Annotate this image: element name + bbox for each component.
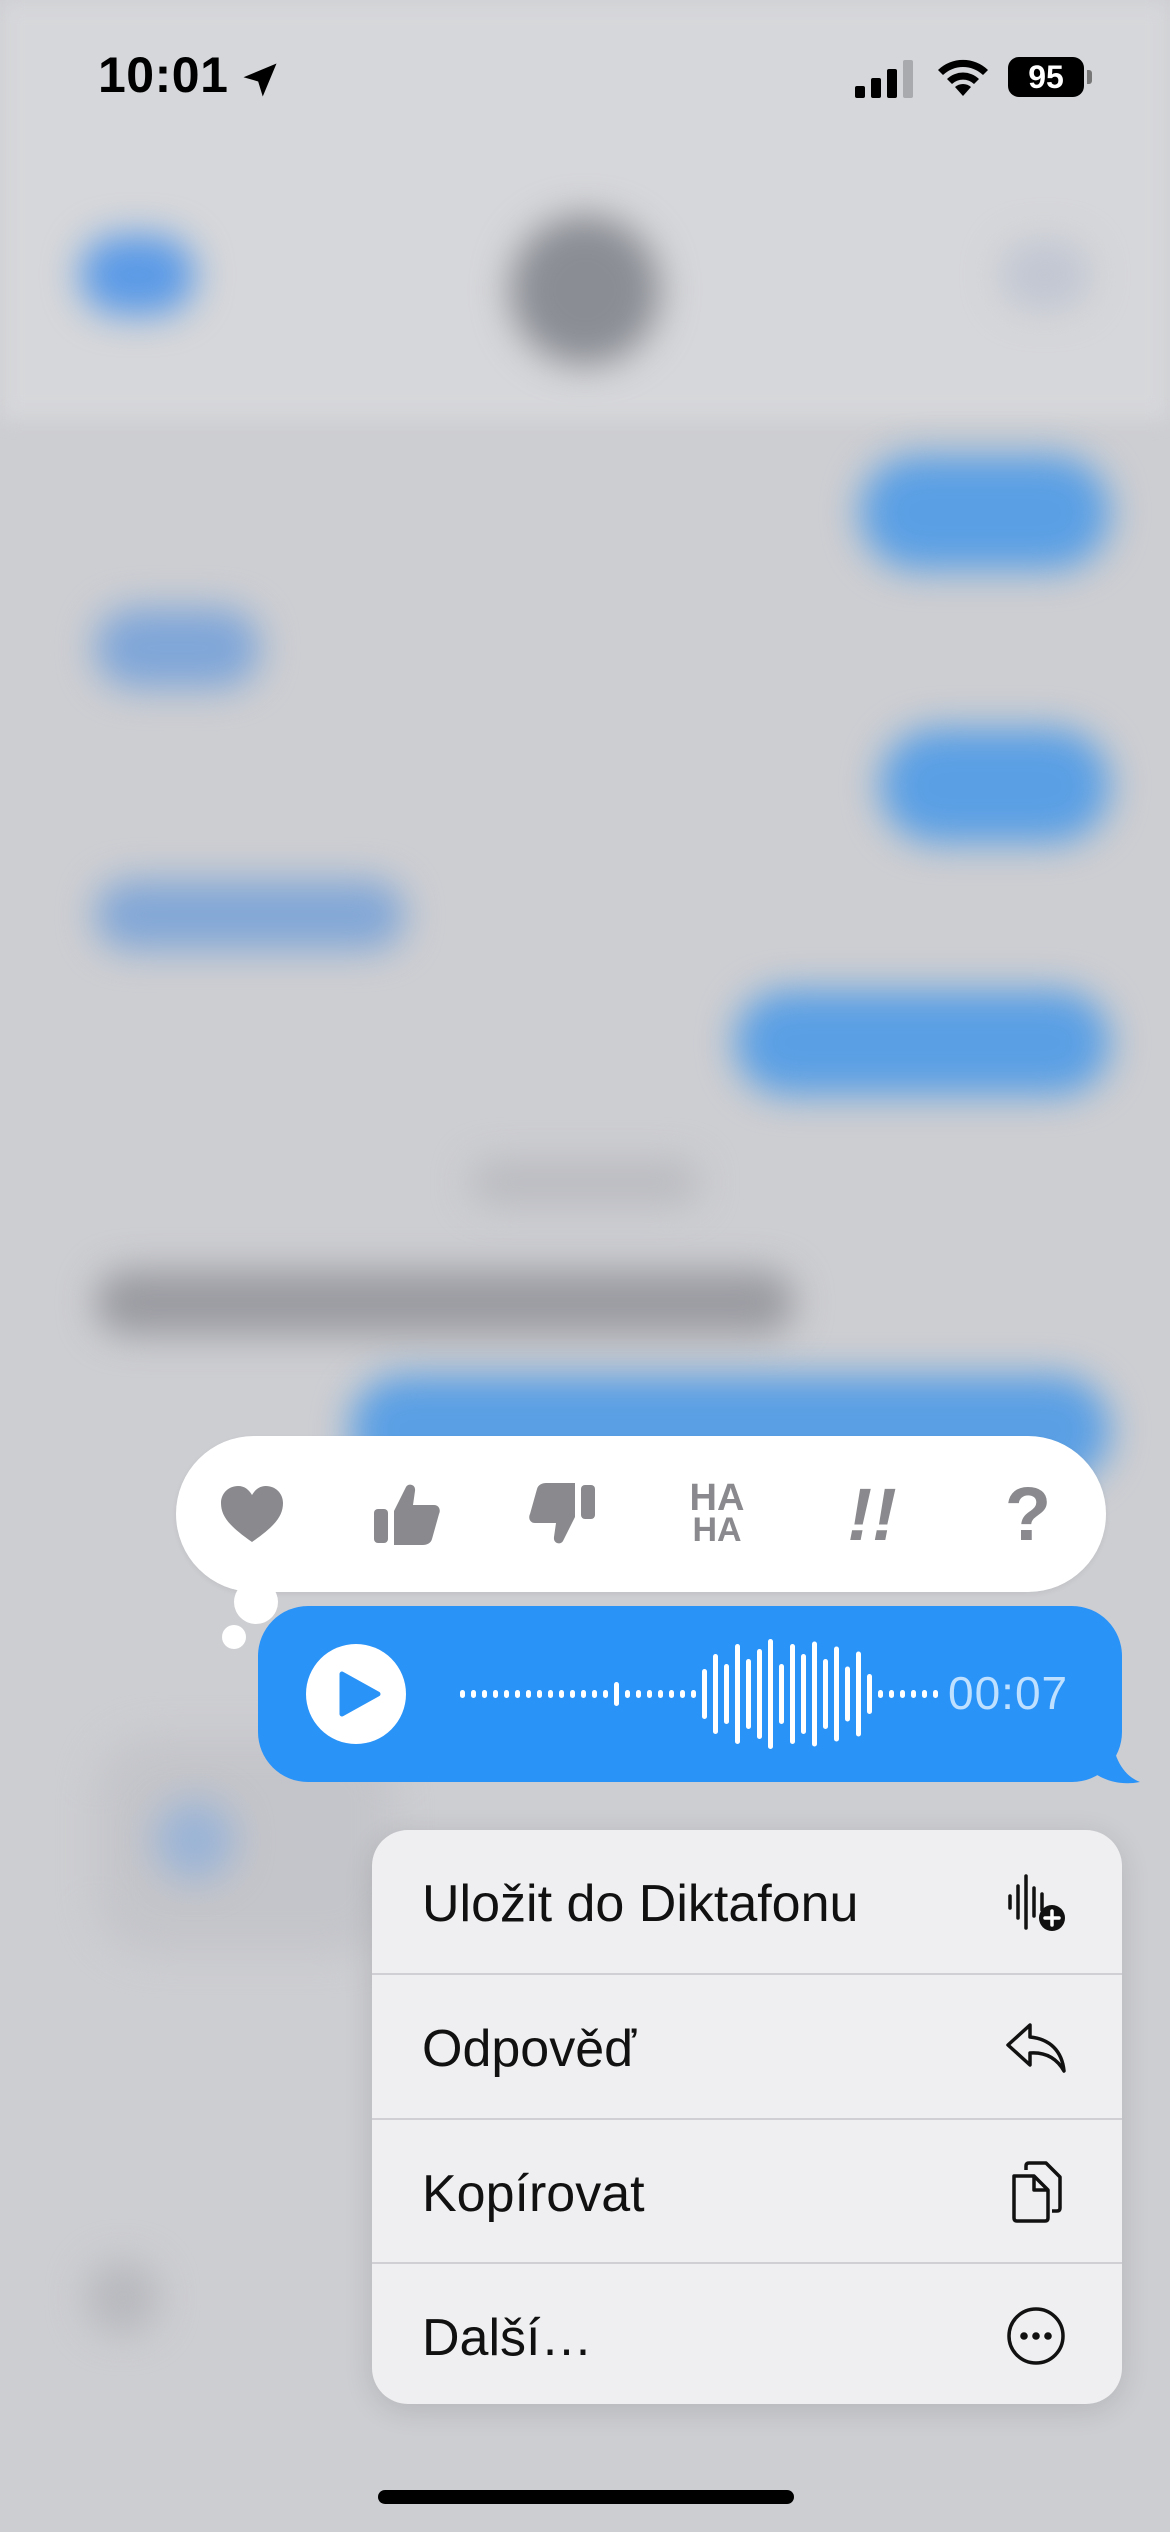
- cellular-signal-icon: [855, 60, 913, 98]
- waveform-bar: [746, 1659, 751, 1729]
- waveform-bar: [801, 1654, 806, 1734]
- location-arrow-icon: [243, 63, 277, 97]
- waveform-bar: [790, 1644, 795, 1744]
- waveform-bar: [482, 1690, 487, 1698]
- waveform-bar: [757, 1649, 762, 1739]
- haha-icon-bottom: HA: [692, 1511, 742, 1549]
- waveform-bar: [636, 1690, 641, 1698]
- waveform-bar: [592, 1690, 597, 1698]
- waveform-bar: [504, 1690, 509, 1698]
- waveform-bar: [570, 1690, 575, 1698]
- blurred-avatar: [510, 215, 660, 365]
- tapback-reaction-bar: HA HA !! ?: [176, 1436, 1106, 1592]
- waveform-bar: [471, 1690, 476, 1698]
- waveform-bar: [823, 1659, 828, 1729]
- menu-item-label: Odpověď: [422, 2020, 637, 2078]
- play-icon: [339, 1671, 381, 1717]
- question-icon: ?: [1004, 1471, 1052, 1557]
- waveform-bar: [526, 1690, 531, 1698]
- battery-cap: [1087, 70, 1092, 84]
- reaction-exclamation[interactable]: !!: [822, 1464, 922, 1564]
- status-time: 10:01: [98, 47, 229, 103]
- waveform-bar: [834, 1646, 839, 1742]
- waveform-bar: [559, 1690, 564, 1698]
- waveform-bar: [724, 1664, 729, 1724]
- reaction-haha[interactable]: HA HA: [667, 1464, 767, 1564]
- audio-duration: 00:07: [948, 1667, 1069, 1719]
- waveform-bar: [691, 1690, 696, 1698]
- waveform-bar: [845, 1666, 850, 1722]
- reaction-thumbs-down[interactable]: [512, 1464, 612, 1564]
- reaction-thumbs-up[interactable]: [357, 1464, 457, 1564]
- audio-message-bubble[interactable]: 00:07: [258, 1606, 1122, 1782]
- thumbs-up-icon: [374, 1484, 440, 1545]
- waveform-bar: [515, 1690, 520, 1698]
- waveform-bar: [647, 1690, 652, 1698]
- waveform-bar: [548, 1690, 553, 1698]
- copy-icon: [1012, 2161, 1062, 2223]
- waveform-bar: [603, 1690, 608, 1698]
- blurred-bubble: [735, 990, 1110, 1095]
- blurred-bubble: [880, 728, 1110, 843]
- battery-level: 95: [1008, 57, 1084, 97]
- waveform-bar: [658, 1690, 663, 1698]
- blurred-timestamp: [470, 1160, 700, 1205]
- menu-item-label: Kopírovat: [422, 2165, 645, 2223]
- menu-item-save-to-voice-memos[interactable]: Uložit do Diktafonu: [372, 1830, 1122, 1973]
- blurred-bubble: [95, 880, 405, 950]
- waveform-bar: [911, 1690, 916, 1698]
- waveform-bar: [867, 1674, 872, 1714]
- reaction-bubble-tail-small: [222, 1625, 246, 1649]
- haha-icon-top: HA: [689, 1477, 745, 1519]
- thumbs-down-icon: [529, 1483, 595, 1544]
- waveform-bar: [537, 1690, 542, 1698]
- waveform-bar: [669, 1690, 674, 1698]
- waveform-bar: [900, 1690, 905, 1698]
- wifi-icon: [938, 59, 988, 96]
- waveform-bar: [779, 1664, 784, 1724]
- blurred-text: [95, 1270, 795, 1335]
- reaction-question[interactable]: ?: [978, 1464, 1078, 1564]
- waveform-bar: [713, 1654, 718, 1734]
- blurred-info-button: [1000, 240, 1090, 310]
- voice-memo-add-icon: [1008, 1874, 1065, 1931]
- waveform-bar: [614, 1682, 619, 1706]
- waveform-bar: [460, 1690, 465, 1698]
- waveform-bar: [856, 1651, 861, 1737]
- reaction-heart[interactable]: [202, 1464, 302, 1564]
- battery-indicator: 95: [1008, 57, 1092, 97]
- waveform-bar: [581, 1690, 586, 1698]
- blurred-bubble: [95, 608, 260, 688]
- waveform-bar: [680, 1690, 685, 1698]
- heart-icon: [221, 1486, 283, 1542]
- home-indicator: [378, 2490, 794, 2504]
- waveform-bar: [735, 1644, 740, 1744]
- context-menu: Uložit do Diktafonu Odpověď Kopírovat Da…: [372, 1830, 1122, 2404]
- menu-item-copy[interactable]: Kopírovat: [372, 2120, 1122, 2263]
- waveform-bar: [493, 1690, 498, 1698]
- reaction-bubble-tail-large: [234, 1580, 278, 1624]
- blurred-bubble: [860, 455, 1110, 570]
- waveform-bar: [922, 1690, 927, 1698]
- more-icon: [1007, 2307, 1065, 2365]
- blurred-input-icon: [85, 2260, 160, 2335]
- menu-item-label: Další…: [422, 2309, 593, 2367]
- exclamation-icon: !!: [847, 1472, 897, 1556]
- waveform-bar: [933, 1690, 938, 1698]
- waveform-bar: [878, 1690, 883, 1698]
- waveform-bar: [889, 1690, 894, 1698]
- waveform-bar: [812, 1641, 817, 1747]
- play-button[interactable]: [306, 1644, 406, 1744]
- blurred-dot: [155, 1800, 235, 1880]
- menu-item-reply[interactable]: Odpověď: [372, 1975, 1122, 2118]
- waveform-bar: [702, 1669, 707, 1719]
- reply-icon: [1006, 2023, 1066, 2073]
- status-bar: 10:01 95: [0, 0, 1170, 150]
- blurred-back-button: [80, 235, 195, 315]
- waveform-bar: [768, 1639, 773, 1749]
- menu-item-more[interactable]: Další…: [372, 2264, 1122, 2404]
- waveform-bar: [625, 1690, 630, 1698]
- menu-item-label: Uložit do Diktafonu: [422, 1875, 859, 1933]
